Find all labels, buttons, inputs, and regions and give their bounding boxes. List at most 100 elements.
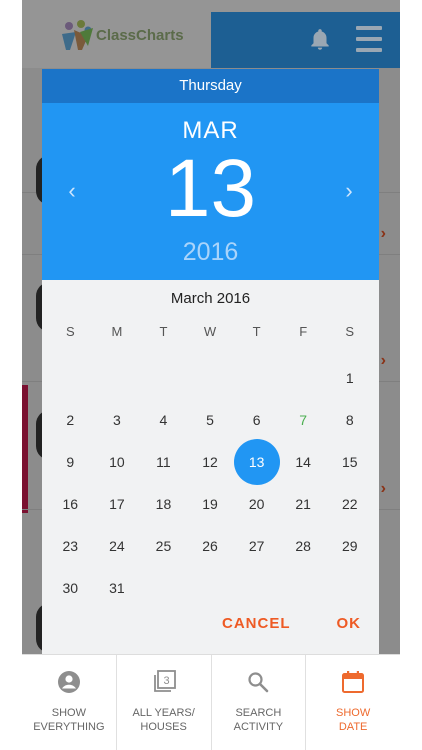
calendar-empty-cell	[233, 567, 280, 609]
calendar-day-number: 1	[345, 370, 354, 386]
stack-3-icon: 3	[153, 670, 176, 692]
calendar-day[interactable]: 2	[47, 399, 94, 441]
weekday-label: T	[159, 324, 168, 339]
calendar-day[interactable]: 4	[140, 399, 187, 441]
weekday-label: S	[345, 324, 355, 339]
calendar-day[interactable]: 24	[94, 525, 141, 567]
logo-text: ClassCharts	[96, 26, 184, 44]
app-header: ClassCharts	[22, 0, 400, 68]
calendar-day-number: 22	[341, 496, 358, 512]
calendar-month-title: March 2016	[170, 290, 251, 307]
calendar-day[interactable]: 10	[94, 441, 141, 483]
tab-all-years-houses[interactable]: 3 ALL YEARS/ HOUSES	[117, 655, 212, 750]
date-picker-dialog: Thursday MAR 13 2016 ‹ › March 2016 S M T W…	[42, 69, 379, 659]
dialog-actions: CANCEL OK	[222, 615, 361, 632]
calendar-grid: 1 2 3 4 5 6 7 8 9 10 11 12 13 14 15 16 17 18 19 20 21 22 23 24 2…	[47, 357, 373, 609]
calendar-day[interactable]: 20	[233, 483, 280, 525]
calendar-day[interactable]: 18	[140, 483, 187, 525]
logo-icon	[62, 20, 93, 50]
chevron-right-icon: ›	[380, 225, 386, 242]
calendar-day[interactable]: 3	[94, 399, 141, 441]
calendar-week-row: 16 17 18 19 20 21 22	[47, 483, 373, 525]
calendar-day[interactable]: 26	[187, 525, 234, 567]
calendar-day[interactable]: 6	[233, 399, 280, 441]
weekday-label: M	[111, 324, 123, 339]
selected-year[interactable]: 2016	[42, 238, 379, 267]
calendar-day[interactable]: 14	[280, 441, 327, 483]
chevron-left-icon[interactable]: ‹	[62, 177, 82, 205]
calendar-week-row: 23 24 25 26 27 28 29	[47, 525, 373, 567]
tab-label-line2: ACTIVITY	[233, 721, 284, 733]
calendar-day[interactable]: 29	[326, 525, 373, 567]
calendar-day-number: 17	[109, 496, 125, 512]
calendar-day-number: 31	[109, 580, 125, 596]
calendar-day-number: 28	[295, 538, 311, 554]
calendar-day[interactable]: 22	[326, 483, 373, 525]
calendar-day[interactable]: 27	[233, 525, 280, 567]
calendar-day[interactable]: 8	[326, 399, 373, 441]
calendar-day[interactable]: 1	[326, 357, 373, 399]
calendar-day[interactable]: 9	[47, 441, 94, 483]
calendar-day-number: 14	[295, 454, 311, 470]
calendar-day[interactable]: 11	[140, 441, 187, 483]
selected-day[interactable]: 13	[42, 139, 379, 239]
calendar-empty-cell	[326, 567, 373, 609]
calendar-day-number: 15	[341, 454, 358, 470]
chevron-right-icon: ›	[380, 480, 386, 497]
calendar-day-number: 10	[109, 454, 125, 470]
calendar-empty-cell	[187, 567, 234, 609]
calendar-day-number: 23	[62, 538, 79, 554]
calendar-empty-cell	[233, 357, 280, 399]
calendar-day[interactable]: 23	[47, 525, 94, 567]
calendar-day-number: 12	[202, 454, 218, 470]
hamburger-menu-icon[interactable]	[356, 26, 382, 52]
chevron-right-icon: ›	[380, 352, 386, 369]
calendar-empty-cell	[140, 567, 187, 609]
calendar-day[interactable]: 12	[187, 441, 234, 483]
chevron-right-icon[interactable]: ›	[339, 177, 359, 205]
calendar-day-number: 16	[62, 496, 79, 512]
calendar-day[interactable]: 15	[326, 441, 373, 483]
calendar-day-number: 25	[155, 538, 172, 554]
weekday-label: W	[203, 324, 217, 339]
calendar-day[interactable]: 31	[94, 567, 141, 609]
calendar-day-number: 24	[109, 538, 125, 554]
calendar-empty-cell	[280, 567, 327, 609]
calendar-day-number: 27	[248, 538, 265, 554]
cancel-button[interactable]: CANCEL	[222, 615, 291, 632]
calendar-day[interactable]: 25	[140, 525, 187, 567]
weekday-label: T	[252, 324, 261, 339]
calendar-day[interactable]: 17	[94, 483, 141, 525]
calendar-day-number: 8	[345, 412, 354, 428]
calendar-day[interactable]: 30	[47, 567, 94, 609]
weekday-header-row: SMTWTFS	[47, 324, 373, 339]
tab-label-line2: EVERYTHING	[33, 721, 105, 733]
calendar-empty-cell	[280, 357, 327, 399]
ok-button[interactable]: OK	[337, 615, 362, 632]
stack-badge: 3	[163, 675, 169, 687]
bottom-tab-bar: SHOW EVERYTHING 3 ALL YEARS/ HOUSES SEAR…	[22, 654, 400, 750]
tab-label-line1: ALL YEARS/	[132, 707, 195, 719]
calendar-day-number: 6	[252, 412, 261, 428]
weekday-label: S	[65, 324, 75, 339]
calendar-day[interactable]: 5	[187, 399, 234, 441]
calendar-day[interactable]: 19	[187, 483, 234, 525]
calendar-day-number: 4	[159, 412, 168, 428]
tab-show-date[interactable]: SHOW DATE	[306, 655, 400, 750]
calendar-week-row: 9 10 11 12 13 14 15	[47, 441, 373, 483]
calendar-day-number: 18	[155, 496, 172, 512]
calendar-day[interactable]: 7	[280, 399, 327, 441]
calendar-day[interactable]: 28	[280, 525, 327, 567]
tab-show-everything[interactable]: SHOW EVERYTHING	[22, 655, 117, 750]
calendar-week-row: 2 3 4 5 6 7 8	[47, 399, 373, 441]
tab-label-line1: SHOW	[51, 707, 86, 719]
tab-search-activity[interactable]: SEARCH ACTIVITY	[212, 655, 307, 750]
calendar-day[interactable]: 16	[47, 483, 94, 525]
calendar-day[interactable]: 21	[280, 483, 327, 525]
bell-icon[interactable]	[307, 27, 333, 53]
app-screen: ClassCharts › › › Thursday MAR 13 2016 ‹…	[22, 0, 400, 750]
calendar-empty-cell	[47, 357, 94, 399]
calendar-day-number: 29	[341, 538, 358, 554]
calendar-icon	[342, 671, 365, 693]
calendar-day[interactable]: 13	[233, 441, 280, 483]
